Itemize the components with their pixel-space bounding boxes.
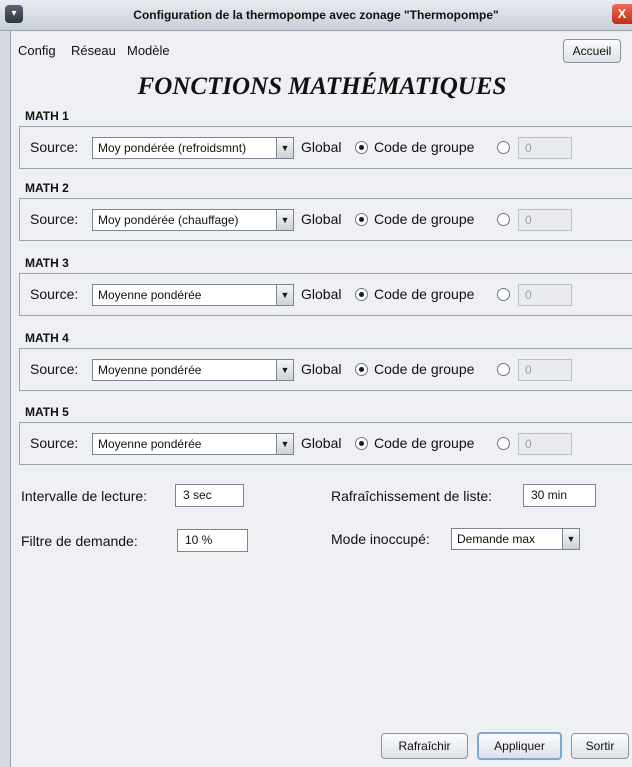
apply-button[interactable]: Appliquer [477, 732, 562, 760]
source-select-math2[interactable]: Moy pondérée (chauffage) ▼ [92, 209, 294, 231]
group-code-radio-math5[interactable] [497, 437, 510, 450]
source-label: Source: [30, 361, 79, 377]
chevron-down-icon[interactable]: ▼ [276, 138, 293, 158]
group-code-label: Code de groupe [374, 361, 475, 377]
source-select-math4[interactable]: Moyenne pondérée ▼ [92, 359, 294, 381]
section-label-math2: MATH 2 [25, 181, 69, 195]
global-radio-math2[interactable] [355, 213, 368, 226]
close-icon[interactable]: X [612, 4, 632, 24]
global-label: Global [301, 139, 342, 155]
menu-reseau[interactable]: Réseau [71, 43, 116, 58]
group-code-radio-math4[interactable] [497, 363, 510, 376]
group-code-input-math4[interactable]: 0 [518, 359, 572, 381]
section-label-math3: MATH 3 [25, 256, 69, 270]
source-label: Source: [30, 435, 79, 451]
global-label: Global [301, 361, 342, 377]
group-code-radio-math3[interactable] [497, 288, 510, 301]
list-refresh-input[interactable]: 30 min [523, 484, 596, 507]
window-menu-icon[interactable]: ▾ [5, 5, 23, 23]
global-label: Global [301, 435, 342, 451]
source-select-value: Moyenne pondérée [98, 288, 202, 302]
demand-filter-label: Filtre de demande: [21, 533, 138, 549]
window-title: Configuration de la thermopompe avec zon… [133, 8, 499, 22]
group-code-label: Code de groupe [374, 286, 475, 302]
unoccupied-mode-value: Demande max [457, 532, 536, 546]
refresh-button[interactable]: Rafraîchir [381, 733, 468, 759]
source-select-value: Moyenne pondérée [98, 437, 202, 451]
source-label: Source: [30, 211, 79, 227]
menu-bar: Config Réseau Modèle Accueil [11, 31, 632, 65]
global-label: Global [301, 211, 342, 227]
global-radio-math1[interactable] [355, 141, 368, 154]
unoccupied-mode-label: Mode inoccupé: [331, 531, 430, 547]
global-radio-math4[interactable] [355, 363, 368, 376]
source-select-math3[interactable]: Moyenne pondérée ▼ [92, 284, 294, 306]
math1-panel: Source: Moy pondérée (refroidsmnt) ▼ Glo… [19, 126, 632, 169]
read-interval-input[interactable]: 3 sec [175, 484, 244, 507]
group-code-radio-math1[interactable] [497, 141, 510, 154]
group-code-input-math3[interactable]: 0 [518, 284, 572, 306]
math5-panel: Source: Moyenne pondérée ▼ Global Code d… [19, 422, 632, 465]
global-label: Global [301, 286, 342, 302]
list-refresh-label: Rafraîchissement de liste: [331, 488, 493, 504]
section-label-math1: MATH 1 [25, 109, 69, 123]
menu-config[interactable]: Config [18, 43, 56, 58]
group-code-label: Code de groupe [374, 211, 475, 227]
menu-modele[interactable]: Modèle [127, 43, 170, 58]
group-code-input-math2[interactable]: 0 [518, 209, 572, 231]
group-code-input-math5[interactable]: 0 [518, 433, 572, 455]
demand-filter-input[interactable]: 10 % [177, 529, 248, 552]
window-content: Config Réseau Modèle Accueil FONCTIONS M… [10, 31, 632, 767]
group-code-radio-math2[interactable] [497, 213, 510, 226]
home-button[interactable]: Accueil [563, 39, 621, 63]
global-radio-math3[interactable] [355, 288, 368, 301]
page-title: FONCTIONS MATHÉMATIQUES [137, 73, 507, 100]
math4-panel: Source: Moyenne pondérée ▼ Global Code d… [19, 348, 632, 391]
group-code-input-math1[interactable]: 0 [518, 137, 572, 159]
math3-panel: Source: Moyenne pondérée ▼ Global Code d… [19, 273, 632, 316]
section-label-math5: MATH 5 [25, 405, 69, 419]
unoccupied-mode-select[interactable]: Demande max ▼ [451, 528, 580, 550]
source-select-math1[interactable]: Moy pondérée (refroidsmnt) ▼ [92, 137, 294, 159]
exit-button[interactable]: Sortir [571, 733, 629, 759]
source-select-value: Moyenne pondérée [98, 363, 202, 377]
chevron-down-icon[interactable]: ▼ [276, 434, 293, 454]
read-interval-label: Intervalle de lecture: [21, 488, 148, 504]
source-select-value: Moy pondérée (chauffage) [98, 213, 239, 227]
source-label: Source: [30, 139, 79, 155]
section-label-math4: MATH 4 [25, 331, 69, 345]
title-bar: ▾ Configuration de la thermopompe avec z… [0, 0, 632, 31]
source-label: Source: [30, 286, 79, 302]
source-select-math5[interactable]: Moyenne pondérée ▼ [92, 433, 294, 455]
chevron-down-icon[interactable]: ▼ [276, 210, 293, 230]
source-select-value: Moy pondérée (refroidsmnt) [98, 141, 247, 155]
group-code-label: Code de groupe [374, 139, 475, 155]
chevron-down-icon[interactable]: ▼ [562, 529, 579, 549]
group-code-label: Code de groupe [374, 435, 475, 451]
global-radio-math5[interactable] [355, 437, 368, 450]
chevron-down-icon[interactable]: ▼ [276, 285, 293, 305]
math2-panel: Source: Moy pondérée (chauffage) ▼ Globa… [19, 198, 632, 241]
chevron-down-icon[interactable]: ▼ [276, 360, 293, 380]
